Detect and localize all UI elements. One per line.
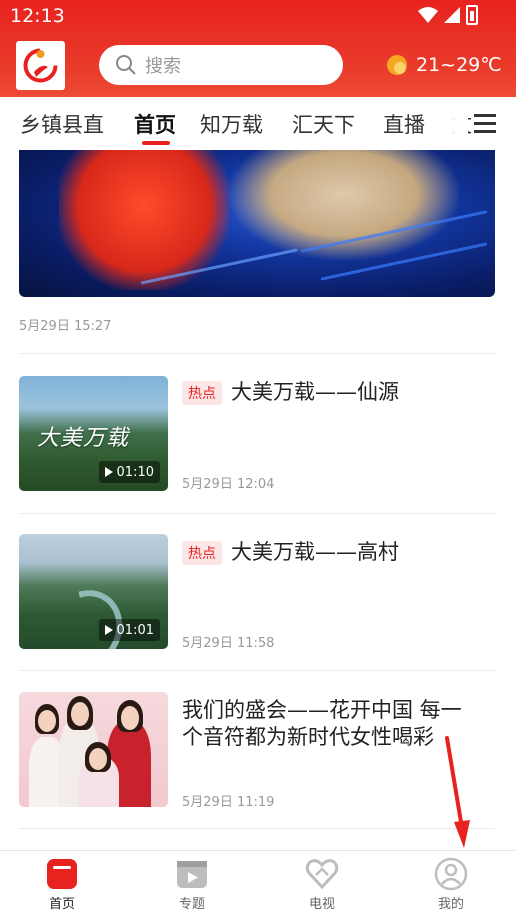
home-icon [47,859,77,889]
tab-home[interactable]: 首页 [134,109,176,139]
menu-icon[interactable] [474,114,496,138]
status-time: 12:13 [10,5,65,27]
nav-topics-label: 专题 [178,897,205,912]
duration-text: 01:10 [116,464,154,480]
article-thumbnail [19,692,168,807]
article-title: 大美万载——高村 [231,540,399,564]
active-tab-indicator [142,141,170,145]
article-thumbnail: 大美万载 01:10 [19,376,168,491]
app-logo[interactable] [16,41,65,90]
battery-icon [466,5,478,25]
divider [19,828,495,829]
article-thumbnail: 01:01 [19,534,168,649]
video-duration: 01:10 [98,461,160,483]
nav-profile[interactable]: 我的 [411,857,491,912]
tab-county[interactable]: 乡镇县直 [20,109,104,139]
face-shape [38,710,56,732]
divider [19,513,495,514]
tab-live[interactable]: 直播 [383,109,425,139]
face-shape [71,702,89,726]
banner-date: 5月29日 15:27 [19,319,112,334]
app-header: 12:13 搜索 21~29℃ [0,0,516,97]
duration-text: 01:01 [116,622,154,638]
user-icon [434,857,468,891]
bottom-navigation: 首页 专题 电视 我的 [0,850,516,923]
article-title-line1: 我们的盛会——花开中国 每一 [182,698,462,722]
search-placeholder: 搜索 [145,56,181,77]
article-date: 5月29日 11:58 [182,636,275,651]
tab-huitianxia[interactable]: 汇天下 [292,109,355,139]
tv-heart-icon [305,859,339,890]
video-topic-icon [177,861,207,888]
signal-icon [444,7,460,23]
nav-home[interactable]: 首页 [22,857,102,912]
banner-image[interactable] [19,150,495,297]
tab-zhiwanzai[interactable]: 知万载 [200,109,263,139]
search-bar[interactable]: 搜索 [99,45,343,85]
status-icons [418,7,460,23]
nav-home-label: 首页 [48,897,75,912]
nav-tv-label: 电视 [308,897,335,912]
sun-icon [387,55,407,75]
thumbnail-caption: 大美万载 [37,426,130,451]
hot-tag: 热点 [182,381,222,405]
tabs-fade [428,97,468,152]
article-title: 大美万载——仙源 [231,380,399,404]
divider [19,353,495,354]
search-icon [116,55,136,75]
article-title-line2: 个音符都为新时代女性喝彩 [182,725,434,749]
hot-tag: 热点 [182,541,222,565]
channel-tabs: 乡镇县直 首页 知万载 汇天下 直播 文 [0,97,516,152]
nav-profile-label: 我的 [437,897,464,912]
video-duration: 01:01 [98,619,160,641]
face-shape [121,706,139,730]
nav-tv[interactable]: 电视 [282,857,362,912]
article-date: 5月29日 12:04 [182,477,275,492]
weather-widget[interactable]: 21~29℃ [386,54,502,76]
weather-temperature: 21~29℃ [416,54,502,76]
nav-topics[interactable]: 专题 [152,857,232,912]
article-date: 5月29日 11:19 [182,795,275,810]
logo-icon [23,48,58,83]
face-shape [89,748,107,770]
play-icon [104,625,113,635]
wifi-icon [418,7,438,23]
divider [19,670,495,671]
play-icon [104,467,113,477]
